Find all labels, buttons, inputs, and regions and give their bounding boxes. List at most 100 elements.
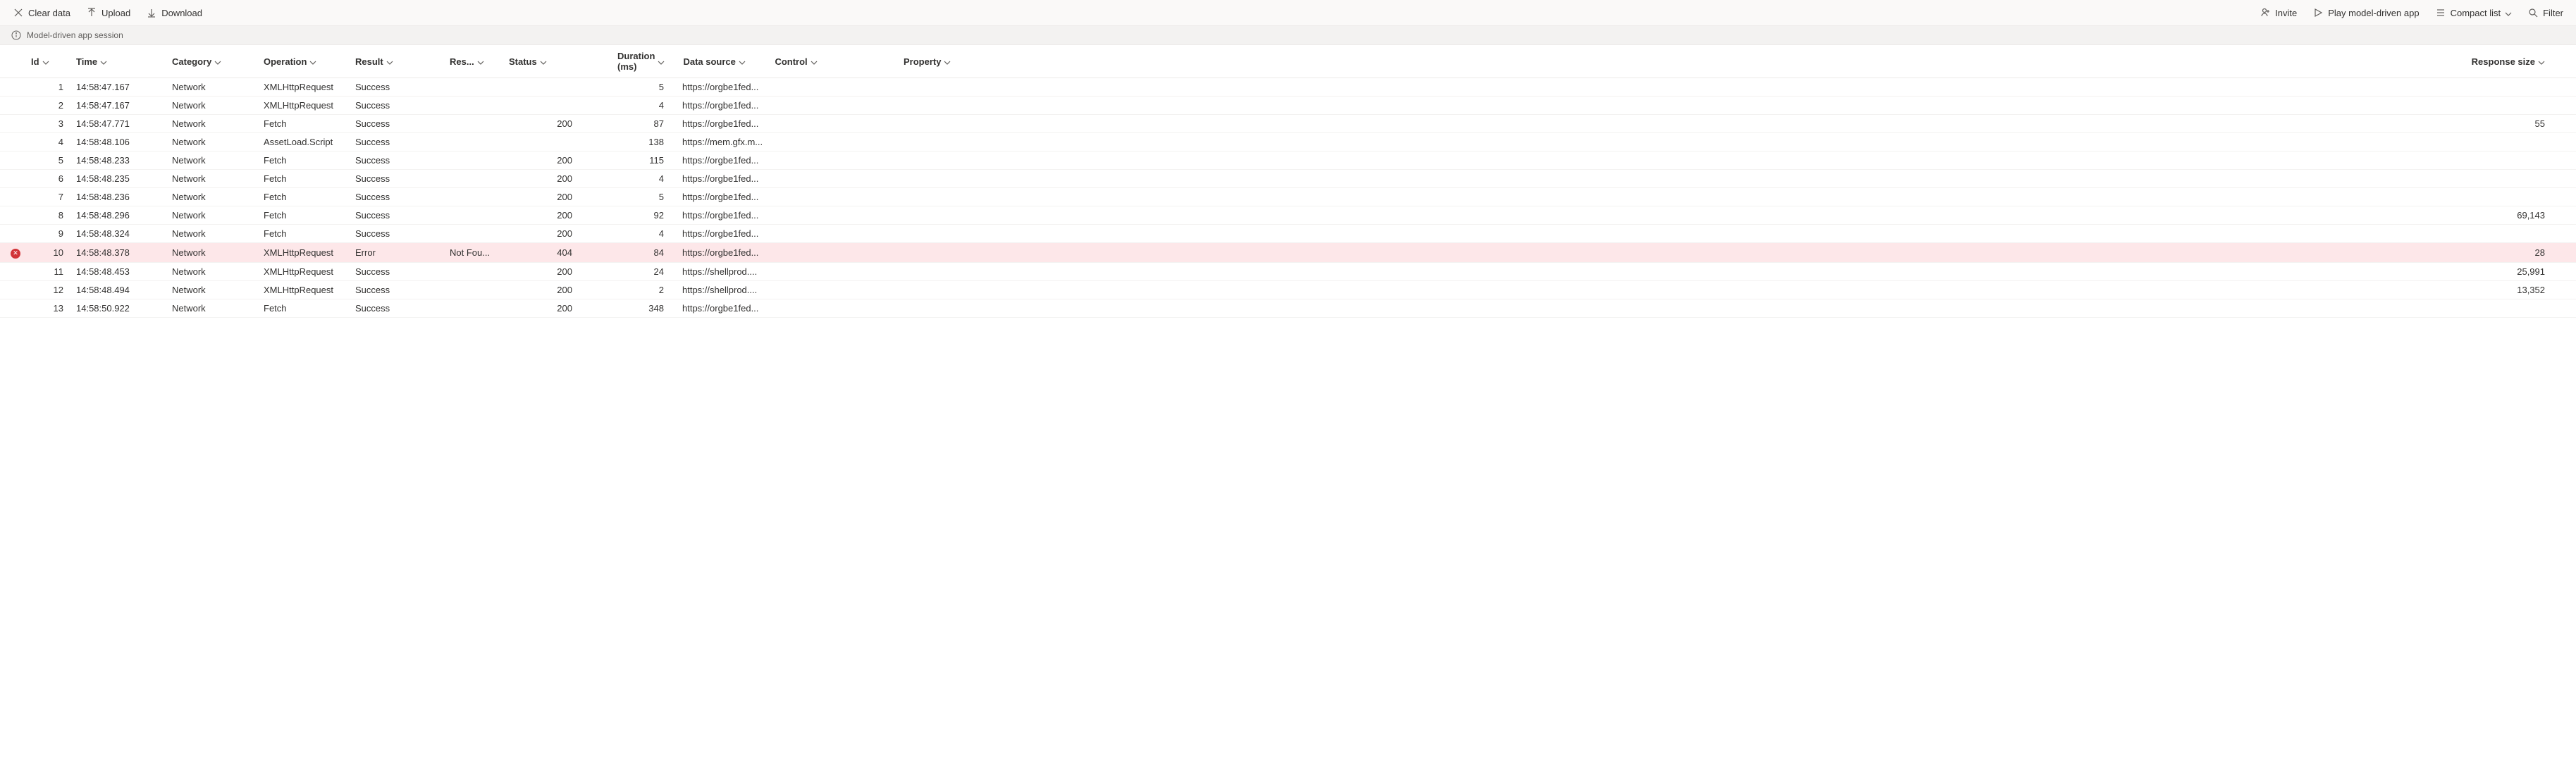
col-header-operation[interactable]: Operation — [264, 56, 316, 67]
table-row[interactable]: 814:58:48.296NetworkFetchSuccess20092htt… — [0, 206, 2576, 225]
cell-id: 7 — [31, 192, 76, 202]
cell-id: 13 — [31, 303, 76, 314]
cell-operation: AssetLoad.Script — [264, 137, 355, 147]
filter-button[interactable]: Filter — [2526, 4, 2565, 21]
upload-button[interactable]: Upload — [85, 4, 132, 21]
cell-operation: Fetch — [264, 228, 355, 239]
data-grid: Id Time Category Operation Result Res...… — [0, 45, 2576, 318]
table-row[interactable]: 1314:58:50.922NetworkFetchSuccess200348h… — [0, 299, 2576, 318]
table-row[interactable]: ✕1014:58:48.378NetworkXMLHttpRequestErro… — [0, 243, 2576, 263]
cell-id: 5 — [31, 155, 76, 166]
invite-icon — [2260, 7, 2271, 18]
cell-response: Not Fou... — [450, 247, 506, 258]
cell-id: 9 — [31, 228, 76, 239]
cell-category: Network — [172, 228, 264, 239]
cell-data-source: https://orgbe1fed... — [682, 228, 774, 239]
cell-result: Success — [355, 118, 450, 129]
cell-id: 6 — [31, 173, 76, 184]
cell-category: Network — [172, 210, 264, 221]
col-header-category[interactable]: Category — [172, 56, 221, 67]
chevron-down-icon — [658, 58, 665, 65]
table-row[interactable]: 514:58:48.233NetworkFetchSuccess200115ht… — [0, 151, 2576, 170]
cell-duration: 115 — [591, 155, 682, 166]
grid-body: 114:58:47.167NetworkXMLHttpRequestSucces… — [0, 78, 2576, 318]
col-header-data-source[interactable]: Data source — [683, 56, 745, 67]
table-row[interactable]: 1214:58:48.494NetworkXMLHttpRequestSucce… — [0, 281, 2576, 299]
cell-status: 200 — [506, 173, 591, 184]
cell-result: Success — [355, 210, 450, 221]
cell-category: Network — [172, 285, 264, 295]
cell-result: Success — [355, 228, 450, 239]
table-row[interactable]: 214:58:47.167NetworkXMLHttpRequestSucces… — [0, 97, 2576, 115]
cell-category: Network — [172, 266, 264, 277]
cell-operation: Fetch — [264, 118, 355, 129]
cell-status: 200 — [506, 303, 591, 314]
cell-operation: XMLHttpRequest — [264, 266, 355, 277]
chevron-down-icon — [214, 58, 221, 65]
cell-duration: 5 — [591, 192, 682, 202]
cell-category: Network — [172, 155, 264, 166]
cell-data-source: https://orgbe1fed... — [682, 100, 774, 111]
cell-operation: Fetch — [264, 210, 355, 221]
col-header-response-size[interactable]: Response size — [2472, 56, 2576, 67]
cell-data-source: https://shellprod.... — [682, 266, 774, 277]
chevron-down-icon — [540, 58, 547, 65]
table-row[interactable]: 314:58:47.771NetworkFetchSuccess20087htt… — [0, 115, 2576, 133]
cell-operation: XMLHttpRequest — [264, 247, 355, 258]
invite-label: Invite — [2275, 8, 2297, 18]
table-row[interactable]: 414:58:48.106NetworkAssetLoad.ScriptSucc… — [0, 133, 2576, 151]
chevron-down-icon — [309, 58, 316, 65]
list-icon — [2435, 7, 2446, 18]
cell-status: 200 — [506, 266, 591, 277]
cell-operation: Fetch — [264, 155, 355, 166]
play-button[interactable]: Play model-driven app — [2311, 4, 2420, 21]
chevron-down-icon — [477, 58, 484, 65]
cell-id: 12 — [31, 285, 76, 295]
cell-operation: Fetch — [264, 192, 355, 202]
col-header-property[interactable]: Property — [904, 56, 958, 67]
cell-status: 404 — [506, 247, 591, 258]
col-header-duration[interactable]: Duration (ms) — [591, 51, 665, 72]
cell-operation: XMLHttpRequest — [264, 285, 355, 295]
table-row[interactable]: 914:58:48.324NetworkFetchSuccess2004http… — [0, 225, 2576, 243]
cell-data-source: https://orgbe1fed... — [682, 247, 774, 258]
cell-category: Network — [172, 100, 264, 111]
cell-status: 200 — [506, 210, 591, 221]
chevron-down-icon — [2505, 9, 2512, 16]
col-header-result[interactable]: Result — [355, 56, 393, 67]
session-label: Model-driven app session — [27, 30, 123, 40]
col-header-time[interactable]: Time — [76, 56, 107, 67]
cell-result: Success — [355, 100, 450, 111]
cell-duration: 84 — [591, 247, 682, 258]
table-row[interactable]: 714:58:48.236NetworkFetchSuccess2005http… — [0, 188, 2576, 206]
clear-data-button[interactable]: Clear data — [11, 4, 72, 21]
clear-data-label: Clear data — [28, 8, 70, 18]
col-header-status[interactable]: Status — [506, 56, 547, 67]
cell-result: Success — [355, 173, 450, 184]
invite-button[interactable]: Invite — [2258, 4, 2298, 21]
cell-response-size: 69,143 — [957, 210, 2576, 221]
chevron-down-icon — [811, 58, 818, 65]
cell-id: 8 — [31, 210, 76, 221]
download-button[interactable]: Download — [144, 4, 204, 21]
table-row[interactable]: 614:58:48.235NetworkFetchSuccess2004http… — [0, 170, 2576, 188]
cell-data-source: https://orgbe1fed... — [682, 82, 774, 92]
col-header-response[interactable]: Res... — [450, 56, 484, 67]
cell-status: 200 — [506, 118, 591, 129]
cell-category: Network — [172, 247, 264, 258]
cell-id: 4 — [31, 137, 76, 147]
cell-status: 200 — [506, 155, 591, 166]
table-row[interactable]: 1114:58:48.453NetworkXMLHttpRequestSucce… — [0, 263, 2576, 281]
compact-list-button[interactable]: Compact list — [2434, 4, 2514, 21]
col-header-id[interactable]: Id — [31, 56, 49, 67]
col-header-control[interactable]: Control — [775, 56, 817, 67]
close-icon — [13, 7, 24, 18]
compact-label: Compact list — [2451, 8, 2501, 18]
table-row[interactable]: 114:58:47.167NetworkXMLHttpRequestSucces… — [0, 78, 2576, 97]
cell-id: 2 — [31, 100, 76, 111]
cell-result: Success — [355, 137, 450, 147]
error-icon: ✕ — [11, 249, 20, 259]
play-icon — [2312, 7, 2324, 18]
cell-duration: 4 — [591, 100, 682, 111]
cell-id: 11 — [31, 266, 76, 277]
